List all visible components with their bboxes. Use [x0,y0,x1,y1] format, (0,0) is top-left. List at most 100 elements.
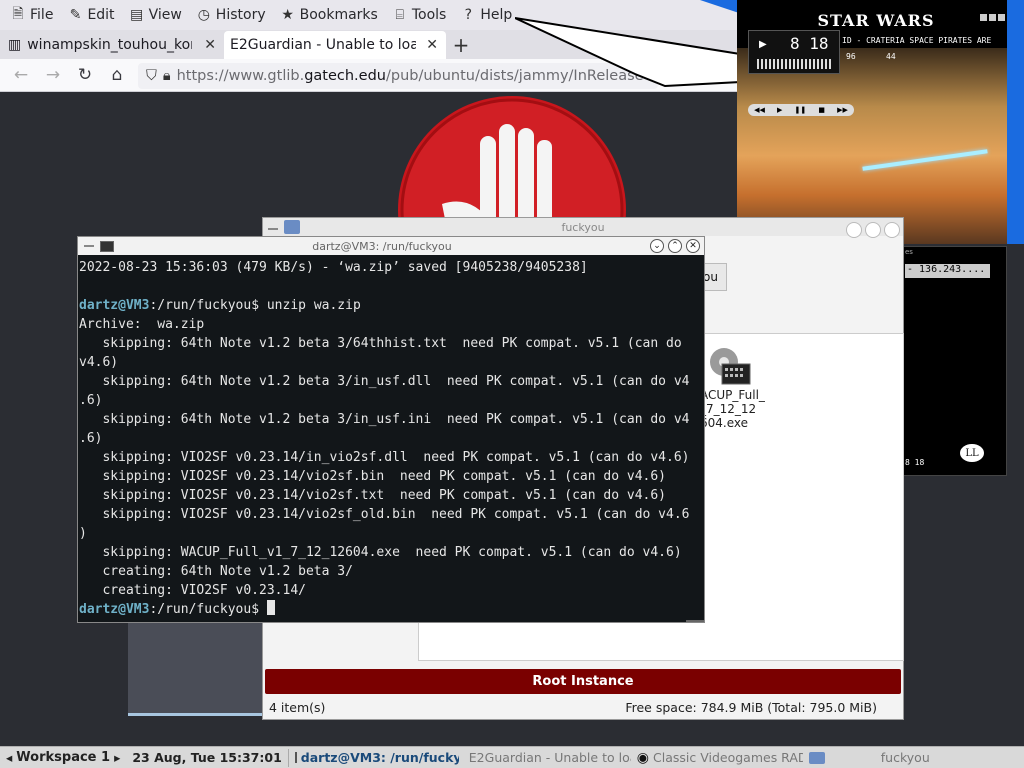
terminal-line: creating: 64th Note v1.2 beta 3/ [79,564,353,579]
terminal-line: creating: VIO2SF v0.23.14/ [79,583,306,598]
prompt-user: dartz@VM3 [79,602,150,617]
close-icon[interactable]: ✕ [204,37,216,53]
folder-icon [284,220,300,234]
minimize-button[interactable] [980,14,987,21]
task-label: Classic Videogames RADIO [653,750,803,765]
workspace-prev-icon[interactable]: ◂ [6,750,12,765]
menu-label: Bookmarks [299,7,378,23]
menu-label: Help [480,7,513,23]
terminal-output[interactable]: 2022-08-23 15:36:03 (479 KB/s) - ‘wa.zip… [79,258,704,620]
clock[interactable]: 23 Aug, Tue 15:37:01 [126,747,287,768]
shade-button[interactable] [989,14,996,21]
window-title: fuckyou [561,220,605,234]
minimize-button[interactable]: ⌄ [650,239,664,253]
maximize-button[interactable]: ⌃ [668,239,682,253]
terminal-line: 2022-08-23 15:36:03 (479 KB/s) - ‘wa.zip… [79,260,588,275]
terminal-line: dartz@VM3:/run/fuckyou$ [79,600,704,619]
winamp-icon: ◉ [636,749,649,766]
exe-file-label[interactable]: ACUP_Full_ _7_12_12 604.exe [700,388,770,430]
forward-button[interactable]: → [42,64,64,86]
terminal-line: skipping: 64th Note v1.2 beta 3/64thhist… [79,336,682,351]
pause-button[interactable]: ❚❚ [794,106,806,114]
terminal-line: Archive: wa.zip [79,317,205,332]
playlist-entry[interactable]: - 136.243.... [905,264,990,278]
window-menu-button[interactable] [268,228,278,230]
file-manager-titlebar[interactable]: fuckyou [263,218,903,236]
close-button[interactable] [884,222,900,238]
winamp-skin-image [737,48,1007,244]
winamp-time: 8 18 [790,34,829,53]
prompt-path: :/run/fuckyou$ [149,298,260,313]
back-button[interactable]: ← [10,64,32,86]
play-icon: ▶ [759,39,767,50]
exe-file-icon[interactable] [706,342,752,386]
terminal-titlebar[interactable]: dartz@VM3: /run/fuckyou ⌄ ⌃ ✕ [78,237,704,255]
minimize-button[interactable] [846,222,862,238]
menu-edit[interactable]: ✎ Edit [63,2,118,28]
stop-button[interactable]: ■ [818,106,825,114]
window-menu-button[interactable] [84,245,94,247]
star-icon: ★ [281,7,294,23]
task-filemanager[interactable]: fuckyou [803,747,973,768]
task-label: fuckyou [880,750,930,765]
workspace-switcher[interactable]: ◂ Workspace 1 ▸ [0,747,126,768]
fm-window-buttons [846,222,900,238]
task-winamp[interactable]: ◉ Classic Videogames RADIO [631,747,803,768]
new-tab-button[interactable]: + [446,31,476,59]
playlist-time: 8 18 [905,458,925,467]
menu-bookmarks[interactable]: ★ Bookmarks [276,2,382,28]
playlist-ll-button[interactable]: LL [960,444,984,462]
winamp-logo: STAR WARS [817,10,935,30]
reload-button[interactable]: ↻ [74,64,96,86]
terminal-cursor [266,600,275,615]
next-button[interactable]: ▶▶ [837,106,848,114]
terminal-line: skipping: 64th Note v1.2 beta 3/in_usf.d… [79,374,690,389]
terminal-icon [294,752,297,763]
file-manager-statusbar: 4 item(s) Free space: 784.9 MiB (Total: … [263,696,903,718]
toolbox-icon: ⌸ [395,7,405,23]
winamp-titlebar[interactable]: STAR WARS [741,10,1011,30]
menu-view[interactable]: ▤ View [125,2,186,28]
file-label-line: _7_12_12 [700,402,757,416]
file-icon: 🗎 [12,6,24,22]
menu-help[interactable]: ? Help [456,2,516,28]
library-icon: ▥ [8,37,22,53]
menu-label: Edit [87,7,115,23]
prompt-command [259,602,267,617]
close-button[interactable] [998,14,1005,21]
prev-button[interactable]: ◀◀ [754,106,765,114]
menu-history[interactable]: ◷ History [192,2,270,28]
free-space: Free space: 784.9 MiB (Total: 795.0 MiB) [625,699,877,715]
task-label: E2Guardian - Unable to loa [468,750,631,765]
tab-label: winampskin_touhou_kon [27,37,193,53]
workspace-next-icon[interactable]: ▸ [114,750,120,765]
menu-file[interactable]: 🗎 File [6,2,57,28]
terminal-icon [100,240,114,252]
terminal-scrollbar[interactable] [686,620,704,622]
file-manager-sidebar [128,622,262,716]
maximize-button[interactable] [865,222,881,238]
terminal-line: .6) [79,431,103,446]
lock-icon[interactable]: 🔒︎ [163,68,171,84]
home-button[interactable]: ⌂ [106,64,128,86]
terminal-line: skipping: VIO2SF v0.23.14/vio2sf_old.bin… [79,507,690,522]
prompt-path: :/run/fuckyou$ [149,602,260,617]
menu-label: History [215,7,266,23]
clock-icon: ◷ [197,7,210,23]
close-icon[interactable]: ✕ [426,37,438,53]
tab-winampskin[interactable]: ▥ winampskin_touhou_kon ✕ [2,31,224,59]
menu-tools[interactable]: ⌸ Tools [388,2,451,28]
task-terminal[interactable]: dartz@VM3: /run/fuckyo [289,747,459,768]
tab-e2guardian[interactable]: E2Guardian - Unable to load ✕ [224,31,446,59]
url-host: gatech.edu [304,68,386,84]
winamp-khz: 44 [886,52,896,61]
shield-icon[interactable]: ⛉ [146,68,157,84]
task-firefox[interactable]: E2Guardian - Unable to loa [459,747,631,768]
terminal-line: .6) [79,393,103,408]
menu-label: View [148,7,182,23]
play-button[interactable]: ▶ [777,106,782,114]
close-button[interactable]: ✕ [686,239,700,253]
prompt-user: dartz@VM3 [79,298,150,313]
spectrum-visualizer [757,59,833,69]
